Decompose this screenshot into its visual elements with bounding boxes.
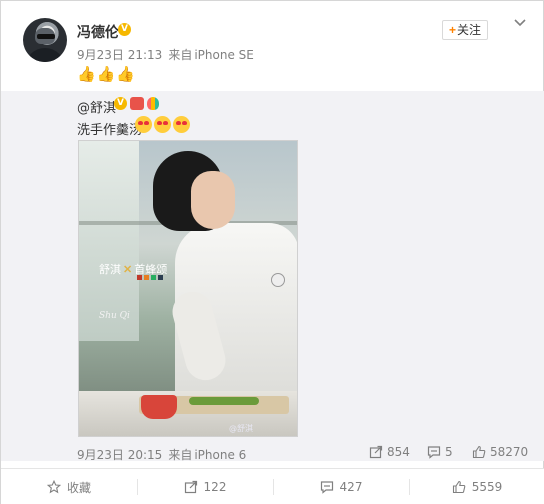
comment-icon	[320, 481, 333, 494]
logo-color-stripes	[137, 275, 163, 280]
rainbow-badge-icon	[147, 97, 159, 110]
chef-emblem-icon	[271, 273, 285, 287]
emoji-group	[135, 116, 190, 133]
repost-count: 854	[387, 445, 410, 459]
footer-like-count: 5559	[471, 480, 503, 494]
comment-count-button[interactable]: 5	[427, 445, 453, 459]
heart-eyes-emoji-icon	[173, 116, 190, 133]
chevron-down-icon[interactable]	[513, 16, 527, 30]
repost-count-button[interactable]: 854	[369, 445, 410, 459]
thumbs-up-icon	[472, 445, 486, 459]
post-text: 👍👍👍	[77, 65, 137, 83]
favorite-label: 收藏	[66, 480, 91, 495]
comment-count: 5	[445, 445, 453, 459]
repost-button[interactable]: 122	[137, 469, 273, 504]
repost-author[interactable]: @舒淇	[77, 97, 116, 116]
plus-icon: +	[448, 23, 456, 37]
repost-text: 洗手作羹汤	[77, 123, 143, 138]
repost-meta: 9月23日 20:15 来自 iPhone 6	[77, 446, 246, 463]
repost-source-prefix: 来自	[168, 448, 193, 462]
heart-eyes-emoji-icon	[154, 116, 171, 133]
verified-icon: V	[114, 97, 127, 110]
image-watermark: @舒淇	[229, 424, 253, 433]
share-icon	[369, 445, 383, 459]
post-source-prefix: 来自	[168, 48, 193, 62]
thumbs-up-icon	[452, 480, 466, 494]
like-count-button[interactable]: 58270	[472, 445, 528, 459]
repost-time[interactable]: 9月23日 20:15	[77, 448, 162, 462]
star-icon	[46, 480, 61, 494]
post-time[interactable]: 9月23日 21:13	[77, 48, 162, 62]
post-meta: 9月23日 21:13 来自 iPhone SE	[77, 46, 254, 63]
like-count: 58270	[490, 445, 529, 459]
comment-button[interactable]: 427	[273, 469, 409, 504]
image-signature: Shu Qi	[99, 311, 130, 321]
member-badge-icon	[130, 97, 144, 110]
post-source: iPhone SE	[194, 48, 254, 62]
repost-source: iPhone 6	[194, 448, 247, 462]
like-button[interactable]: 5559	[409, 469, 544, 504]
action-bar: 收藏 122 427 5559	[1, 468, 544, 504]
comment-icon	[427, 446, 441, 459]
repost-image[interactable]: 舒淇 ✕ 首蜂颂 Shu Qi @舒淇	[78, 140, 298, 437]
share-icon	[184, 480, 197, 494]
follow-button[interactable]: +关注	[442, 20, 488, 40]
footer-comment-count: 427	[339, 480, 363, 494]
repost-badges: V	[114, 97, 159, 110]
username[interactable]: 冯德伦	[77, 22, 119, 42]
weibo-card: 冯德伦 V 9月23日 21:13 来自 iPhone SE 👍👍👍 +关注 @舒淇…	[0, 0, 544, 504]
favorite-button[interactable]: 收藏	[1, 469, 137, 504]
heart-eyes-emoji-icon	[135, 116, 152, 133]
verified-icon: V	[118, 23, 131, 36]
footer-repost-count: 122	[203, 480, 227, 494]
avatar[interactable]	[23, 18, 67, 62]
follow-label: 关注	[457, 23, 482, 37]
